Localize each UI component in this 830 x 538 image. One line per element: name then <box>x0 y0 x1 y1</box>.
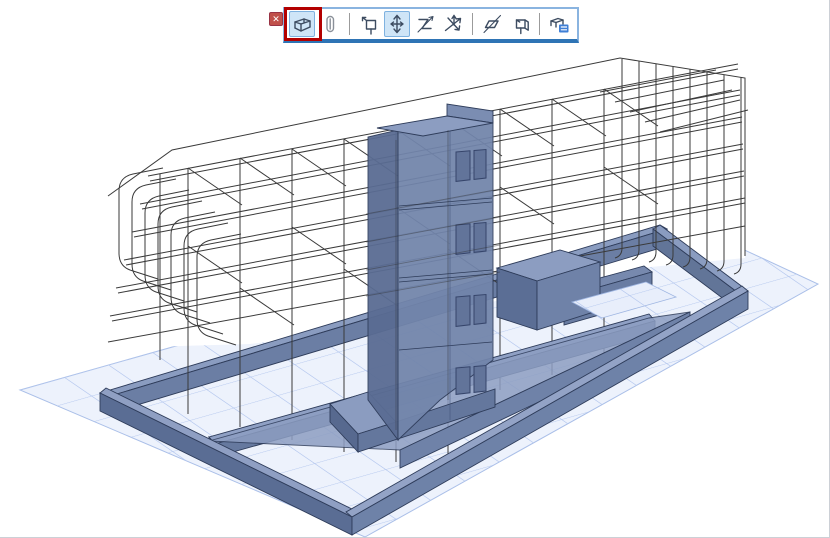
toolbar-divider <box>539 13 540 35</box>
model-canvas[interactable] <box>0 0 830 538</box>
elevate-icon <box>386 13 408 35</box>
stretch-icon <box>414 13 436 35</box>
drag-button[interactable] <box>356 11 382 37</box>
move-element-icon <box>291 13 313 35</box>
free-rotate-button[interactable] <box>440 11 466 37</box>
mirror-button[interactable] <box>479 11 505 37</box>
drag-a-copy-icon <box>509 13 531 35</box>
3d-viewport[interactable]: ✕ <box>0 0 830 538</box>
drag-a-copy-button[interactable] <box>507 11 533 37</box>
pin-button[interactable] <box>317 11 343 37</box>
toolbar-divider <box>349 13 350 35</box>
element-settings-icon <box>548 13 570 35</box>
close-palette-button[interactable]: ✕ <box>269 12 283 26</box>
free-rotate-icon <box>442 13 464 35</box>
drag-icon <box>358 13 380 35</box>
toolbar-divider <box>472 13 473 35</box>
move-element-button[interactable] <box>289 11 315 37</box>
pet-palette-toolbar <box>283 7 579 43</box>
stretch-button[interactable] <box>412 11 438 37</box>
element-settings-button[interactable] <box>546 11 572 37</box>
selected-tower[interactable] <box>366 104 500 440</box>
mirror-icon <box>481 13 503 35</box>
pin-icon <box>319 13 341 35</box>
elevate-button[interactable] <box>384 11 410 37</box>
